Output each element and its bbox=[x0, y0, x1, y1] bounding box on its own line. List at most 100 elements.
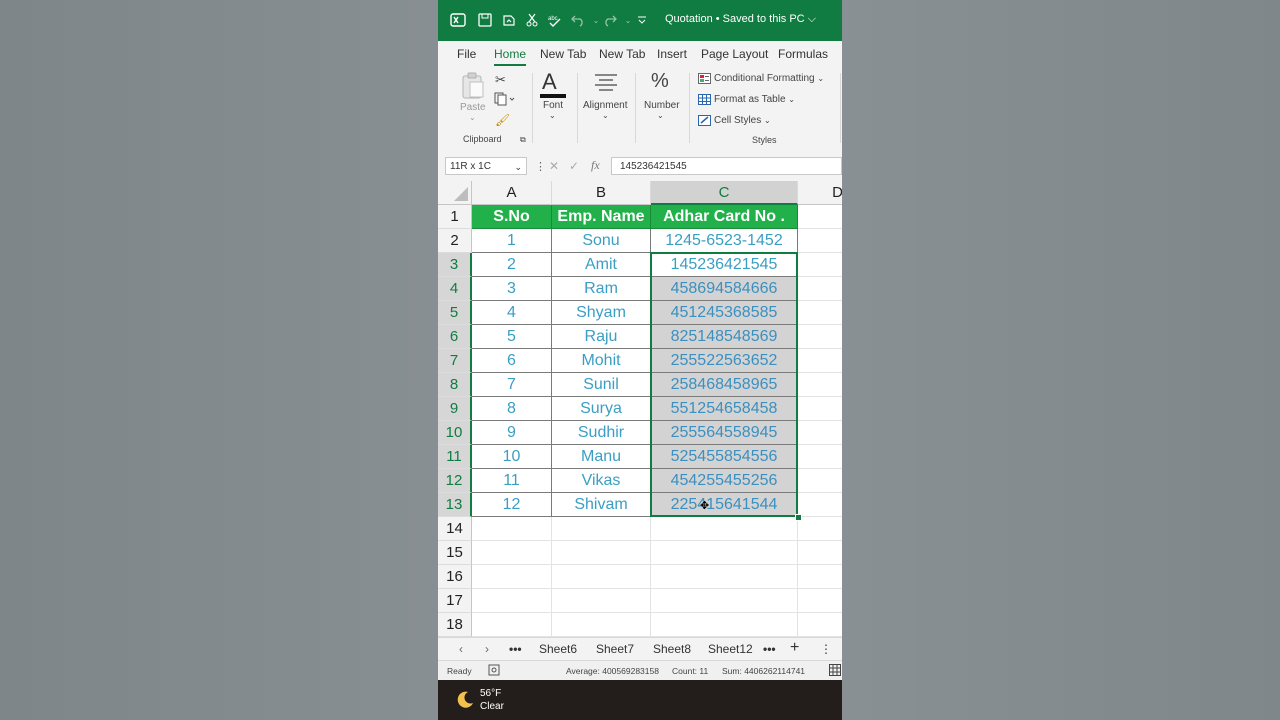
data-cell[interactable]: 4 bbox=[472, 301, 552, 325]
data-cell[interactable]: 6 bbox=[472, 349, 552, 373]
empty-cell[interactable] bbox=[798, 301, 842, 325]
empty-cell[interactable] bbox=[552, 613, 651, 637]
empty-cell[interactable] bbox=[651, 613, 798, 637]
data-cell[interactable]: 458694584666 bbox=[651, 277, 798, 301]
normal-view-icon[interactable] bbox=[829, 664, 841, 678]
row-header[interactable]: 5 bbox=[438, 301, 472, 325]
conditional-formatting-button[interactable]: Conditional Formatting ⌄ bbox=[714, 73, 824, 84]
row-header[interactable]: 11 bbox=[438, 445, 472, 469]
empty-cell[interactable] bbox=[651, 541, 798, 565]
empty-cell[interactable] bbox=[798, 277, 842, 301]
empty-cell[interactable] bbox=[798, 421, 842, 445]
customize-qat-icon[interactable] bbox=[633, 11, 651, 29]
empty-cell[interactable] bbox=[798, 205, 842, 229]
header-cell[interactable]: S.No bbox=[472, 205, 552, 229]
data-cell[interactable]: 551254658458 bbox=[651, 397, 798, 421]
empty-cell[interactable] bbox=[798, 445, 842, 469]
sheet-options-icon[interactable]: ⋮ bbox=[820, 642, 832, 656]
percent-icon[interactable]: % bbox=[651, 70, 669, 93]
conditional-formatting-icon[interactable] bbox=[698, 73, 711, 87]
format-painter-icon[interactable]: 🖌 bbox=[495, 113, 510, 127]
sheet-tab[interactable]: Sheet12 bbox=[708, 642, 753, 656]
data-cell[interactable]: Ram bbox=[552, 277, 651, 301]
tab-insert[interactable]: Insert bbox=[657, 47, 687, 61]
sheet-tab[interactable]: Sheet6 bbox=[539, 642, 577, 656]
empty-cell[interactable] bbox=[651, 517, 798, 541]
more-options-icon[interactable]: ⋮ bbox=[535, 160, 546, 173]
alignment-label[interactable]: Alignment bbox=[583, 100, 627, 111]
data-cell[interactable]: 1245-6523-1452 bbox=[651, 229, 798, 253]
row-header[interactable]: 1 bbox=[438, 205, 472, 229]
redo-icon[interactable] bbox=[601, 11, 619, 29]
data-cell[interactable]: 454255455256 bbox=[651, 469, 798, 493]
column-header[interactable]: A bbox=[472, 181, 552, 205]
empty-cell[interactable] bbox=[798, 253, 842, 277]
data-cell[interactable]: 7 bbox=[472, 373, 552, 397]
cut-icon[interactable] bbox=[523, 11, 541, 29]
empty-cell[interactable] bbox=[798, 325, 842, 349]
paste-label[interactable]: Paste bbox=[460, 102, 486, 113]
data-cell[interactable]: 145236421545 bbox=[651, 253, 798, 277]
confirm-entry-icon[interactable]: ✓ bbox=[569, 159, 579, 173]
header-cell[interactable]: Adhar Card No . bbox=[651, 205, 798, 229]
data-cell[interactable]: Sudhir bbox=[552, 421, 651, 445]
cell-styles-button[interactable]: Cell Styles ⌄ bbox=[714, 115, 771, 126]
empty-cell[interactable] bbox=[798, 469, 842, 493]
cancel-entry-icon[interactable]: ✕ bbox=[549, 159, 559, 173]
data-cell[interactable]: Sunil bbox=[552, 373, 651, 397]
row-header[interactable]: 17 bbox=[438, 589, 472, 613]
formula-input[interactable]: 145236421545 bbox=[611, 157, 842, 175]
paste-dropdown-icon[interactable]: ⌄ bbox=[469, 113, 476, 122]
row-header[interactable]: 7 bbox=[438, 349, 472, 373]
data-cell[interactable]: Manu bbox=[552, 445, 651, 469]
empty-cell[interactable] bbox=[798, 517, 842, 541]
empty-cell[interactable] bbox=[552, 565, 651, 589]
document-title[interactable]: Quotation • Saved to this PC ⌵ bbox=[665, 13, 816, 26]
row-header[interactable]: 14 bbox=[438, 517, 472, 541]
tab-new-tab-1[interactable]: New Tab bbox=[540, 47, 586, 61]
data-cell[interactable]: Vikas bbox=[552, 469, 651, 493]
more-sheets-left-icon[interactable]: ••• bbox=[509, 642, 522, 656]
data-cell[interactable]: 11 bbox=[472, 469, 552, 493]
select-all-corner[interactable] bbox=[438, 181, 472, 205]
moon-icon[interactable] bbox=[454, 689, 476, 716]
data-cell[interactable]: Surya bbox=[552, 397, 651, 421]
autosave-icon[interactable] bbox=[500, 11, 518, 29]
sheet-scroll-right-icon[interactable]: › bbox=[485, 642, 489, 656]
font-icon[interactable]: A bbox=[542, 69, 557, 95]
data-cell[interactable]: 5 bbox=[472, 325, 552, 349]
data-cell[interactable]: 12 bbox=[472, 493, 552, 517]
sheet-tab[interactable]: Sheet7 bbox=[596, 642, 634, 656]
status-count[interactable]: Count: 11 bbox=[672, 666, 708, 676]
empty-cell[interactable] bbox=[552, 517, 651, 541]
row-header[interactable]: 18 bbox=[438, 613, 472, 637]
tab-new-tab-2[interactable]: New Tab bbox=[599, 47, 645, 61]
row-header[interactable]: 10 bbox=[438, 421, 472, 445]
undo-icon[interactable] bbox=[569, 11, 587, 29]
empty-cell[interactable] bbox=[798, 565, 842, 589]
empty-cell[interactable] bbox=[552, 541, 651, 565]
clipboard-launcher-icon[interactable]: ⧉ bbox=[520, 135, 526, 145]
data-cell[interactable]: 825148548569 bbox=[651, 325, 798, 349]
copy-icon[interactable] bbox=[494, 92, 516, 109]
sheet-scroll-left-icon[interactable]: ‹ bbox=[459, 642, 463, 656]
font-label[interactable]: Font bbox=[543, 100, 563, 111]
empty-cell[interactable] bbox=[798, 541, 842, 565]
empty-cell[interactable] bbox=[651, 565, 798, 589]
data-cell[interactable]: Shyam bbox=[552, 301, 651, 325]
row-header[interactable]: 4 bbox=[438, 277, 472, 301]
data-cell[interactable]: Raju bbox=[552, 325, 651, 349]
more-sheets-right-icon[interactable]: ••• bbox=[763, 642, 776, 656]
paste-icon[interactable] bbox=[460, 72, 486, 103]
column-header[interactable]: D bbox=[798, 181, 842, 205]
fill-handle[interactable] bbox=[795, 514, 802, 521]
cut-ribbon-icon[interactable]: ✂ bbox=[495, 72, 506, 88]
empty-cell[interactable] bbox=[798, 373, 842, 397]
row-header[interactable]: 12 bbox=[438, 469, 472, 493]
empty-cell[interactable] bbox=[798, 397, 842, 421]
empty-cell[interactable] bbox=[798, 613, 842, 637]
empty-cell[interactable] bbox=[472, 565, 552, 589]
name-box-chevron-icon[interactable]: ⌄ bbox=[514, 158, 522, 176]
data-cell[interactable]: Shivam bbox=[552, 493, 651, 517]
header-cell[interactable]: Emp. Name bbox=[552, 205, 651, 229]
